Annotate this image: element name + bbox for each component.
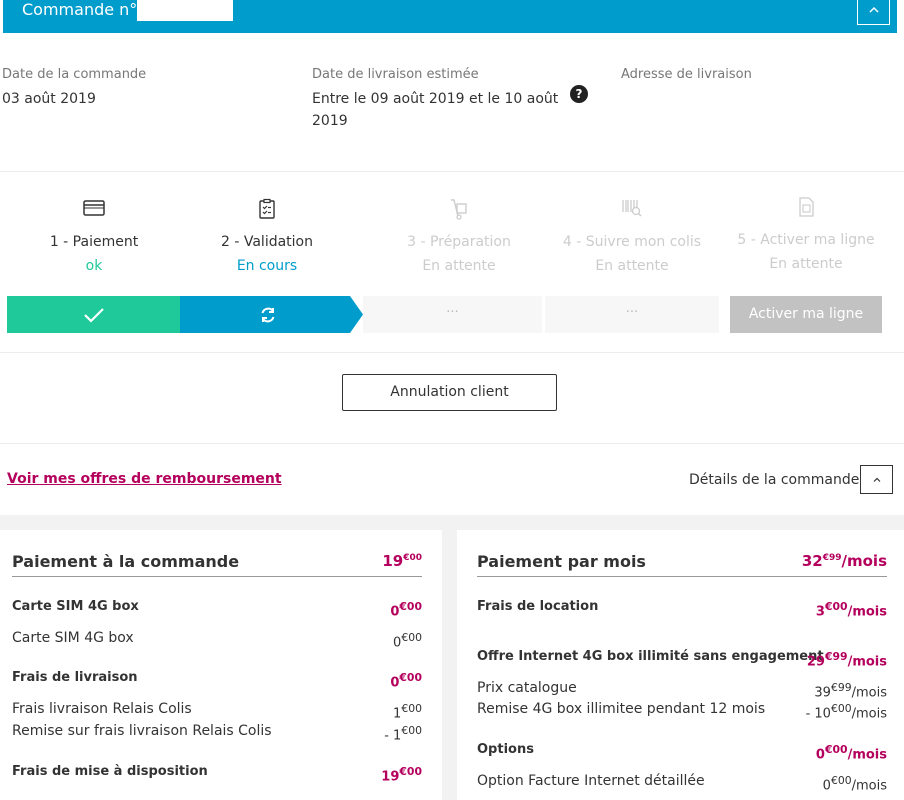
divider xyxy=(0,171,904,172)
divider xyxy=(477,576,887,577)
progress-payment-segment xyxy=(7,296,180,333)
barcode-search-icon xyxy=(620,198,644,220)
step-payment: 1 - Paiement ok xyxy=(7,198,181,276)
panel-title: Paiement par mois xyxy=(477,552,646,571)
line-amount: 19€00 xyxy=(381,765,422,785)
line-label: Carte SIM 4G box xyxy=(12,599,139,614)
activate-line-button[interactable]: Activer ma ligne xyxy=(730,296,882,333)
line-label: Frais de livraison xyxy=(12,670,138,685)
sync-icon xyxy=(261,307,275,322)
step-tracking: 4 - Suivre mon colis En attente xyxy=(545,198,719,276)
step-status: En attente xyxy=(595,258,669,274)
chevron-up-icon xyxy=(868,6,879,13)
step-status: En cours xyxy=(236,258,298,274)
order-date: 03 août 2019 xyxy=(2,91,96,107)
order-details-toggle[interactable] xyxy=(860,465,893,494)
step-name: 4 - Suivre mon colis xyxy=(562,234,702,250)
step-status: En attente xyxy=(422,258,496,274)
line-label: Frais livraison Relais Colis xyxy=(12,701,192,717)
line-label: Remise sur frais livraison Relais Colis xyxy=(12,723,272,739)
order-header-bar: Commande n° xyxy=(3,0,897,33)
line-amount: 0€00/mois xyxy=(822,774,887,794)
line-label: Prix catalogue xyxy=(477,680,577,696)
delivery-date-label: Date de livraison estimée xyxy=(312,67,479,82)
progress-tracking-segment: ··· xyxy=(545,296,719,333)
divider xyxy=(12,576,422,577)
line-label: Carte SIM 4G box xyxy=(12,630,134,646)
line-amount: 0€00 xyxy=(390,671,422,691)
step-name: 2 - Validation xyxy=(221,234,313,250)
order-date-label: Date de la commande xyxy=(2,67,147,82)
line-label: Frais de mise à disposition xyxy=(12,764,208,779)
panel-total: 32€99/mois xyxy=(801,552,887,570)
divider xyxy=(0,443,904,444)
redacted-order-number xyxy=(137,0,233,21)
divider xyxy=(0,352,904,353)
refund-offers-link[interactable]: Voir mes offres de remboursement xyxy=(7,471,282,487)
delivery-date-line2: 2019 xyxy=(312,113,348,129)
check-icon xyxy=(83,307,104,323)
line-amount: 0€00 xyxy=(390,600,422,620)
line-amount: - 10€00/mois xyxy=(805,702,887,722)
line-label: Offre Internet 4G box illimité sans enga… xyxy=(477,649,824,664)
delivery-date: Entre le 09 août 2019 et le 10 août 2019 xyxy=(312,88,558,132)
order-details-label: Détails de la commande xyxy=(689,472,860,488)
line-amount: 29€99/mois xyxy=(806,650,887,670)
panel-total: 19€00 xyxy=(382,552,422,570)
line-amount: 3€00/mois xyxy=(815,600,887,620)
order-title: Commande n° xyxy=(22,0,138,19)
step-activation: 5 - Activer ma ligne En attente xyxy=(719,196,893,274)
panel-monthly-payment: Paiement par mois 32€99/mois Frais de lo… xyxy=(457,530,904,800)
progress-preparation-segment: ··· xyxy=(363,296,542,333)
line-amount: 0€00 xyxy=(393,631,422,651)
line-amount: 1€00 xyxy=(393,702,422,722)
line-amount: 0€00/mois xyxy=(815,743,887,763)
step-status: En attente xyxy=(769,256,843,272)
dolly-icon xyxy=(447,198,471,220)
step-name: 3 - Préparation xyxy=(407,234,511,250)
line-label: Remise 4G box illimitee pendant 12 mois xyxy=(477,701,766,717)
line-label: Option Facture Internet détaillée xyxy=(477,773,705,789)
line-label: Frais de location xyxy=(477,599,599,614)
collapse-order-button[interactable] xyxy=(857,0,890,25)
line-amount: 39€99/mois xyxy=(814,681,887,701)
step-name: 5 - Activer ma ligne xyxy=(737,232,875,248)
step-name: 1 - Paiement xyxy=(49,234,139,250)
clipboard-check-icon xyxy=(255,198,279,220)
chevron-up-icon xyxy=(873,477,880,482)
step-status: ok xyxy=(85,258,103,274)
sim-card-icon xyxy=(794,196,818,218)
line-label: Options xyxy=(477,742,534,757)
credit-card-icon xyxy=(82,198,106,220)
step-validation: 2 - Validation En cours xyxy=(180,198,354,276)
line-amount: - 1€00 xyxy=(384,724,422,744)
panel-payment-at-order: Paiement à la commande 19€00 Carte SIM 4… xyxy=(0,530,442,800)
delivery-date-line1: Entre le 09 août 2019 et le 10 août xyxy=(312,91,559,107)
step-preparation: 3 - Préparation En attente xyxy=(372,198,546,276)
address-label: Adresse de livraison xyxy=(621,67,752,82)
panel-title: Paiement à la commande xyxy=(12,552,240,571)
progress-validation-segment xyxy=(180,296,363,333)
cancel-order-button[interactable]: Annulation client xyxy=(342,374,557,411)
help-icon[interactable]: ? xyxy=(570,85,588,103)
